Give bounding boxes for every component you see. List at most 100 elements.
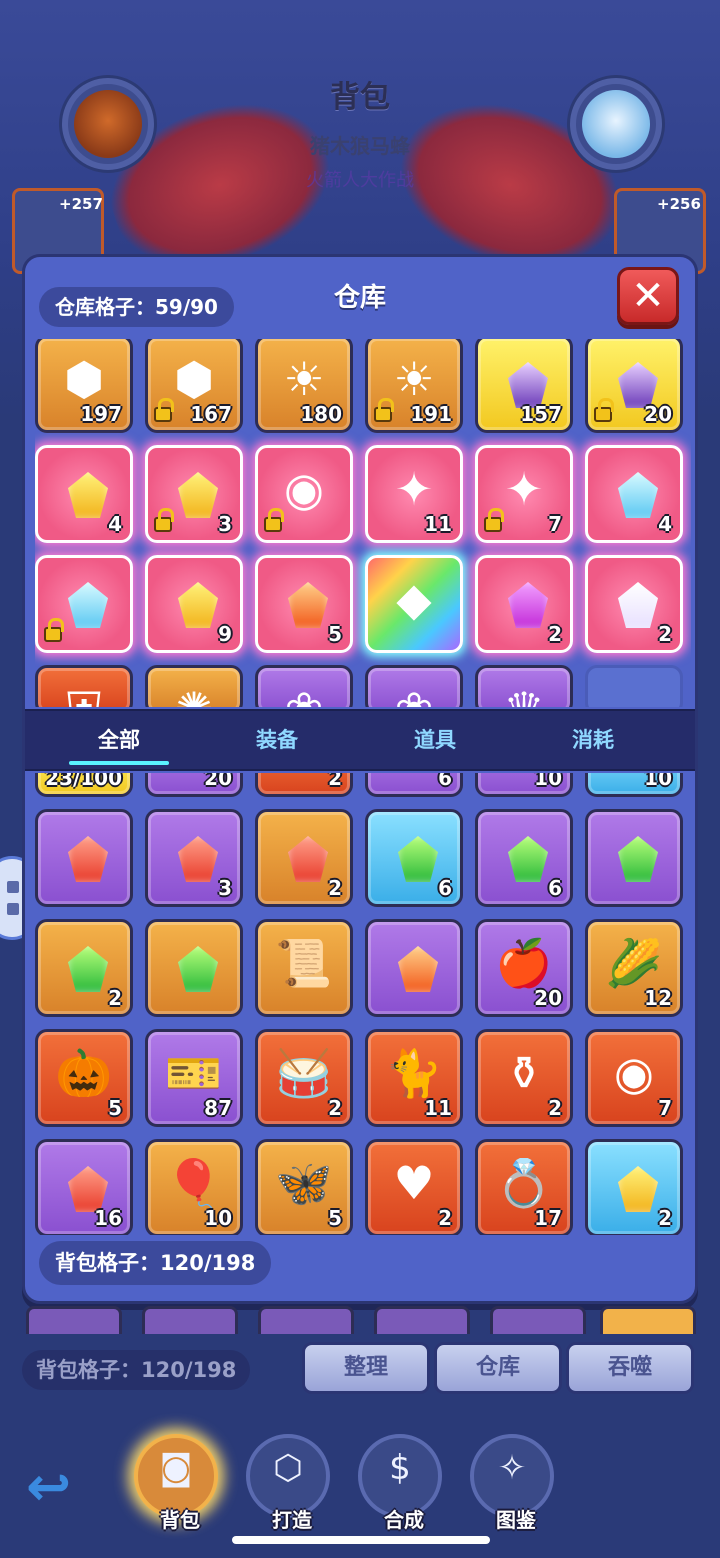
nav-forge[interactable]: ⬡ 打造 bbox=[246, 1434, 330, 1532]
left-avatar[interactable] bbox=[62, 78, 154, 170]
item-slot[interactable]: ☀ 191 bbox=[365, 339, 463, 433]
green-shard-icon bbox=[398, 836, 438, 882]
item-slot[interactable]: 2 bbox=[255, 809, 353, 907]
backpack-grid: 23/100 20 2 6 10 10 3 2 6 6 2 📜 🍎 20 🌽 12 🎃 5 🎫 87 🥁 2 🐈 11 ⚱ 2 ◉ 7… bbox=[35, 773, 691, 1235]
item-slot[interactable]: 3 bbox=[145, 445, 243, 543]
item-slot[interactable]: ◆ bbox=[365, 555, 463, 653]
item-slot[interactable]: ✺ bbox=[145, 665, 243, 707]
item-slot[interactable]: ☀ 180 bbox=[255, 339, 353, 433]
tab-consumables[interactable]: 消耗 bbox=[513, 711, 673, 769]
lock-icon bbox=[594, 398, 614, 422]
item-slot[interactable] bbox=[35, 555, 133, 653]
devour-button[interactable]: 吞噬 bbox=[566, 1342, 694, 1394]
item-slot[interactable]: 5 bbox=[255, 555, 353, 653]
item-slot[interactable]: 4 bbox=[585, 445, 683, 543]
nav-backpack[interactable]: ◙ 背包 bbox=[134, 1434, 218, 1532]
item-slot[interactable] bbox=[365, 919, 463, 1017]
item-slot[interactable]: 🍎 20 bbox=[475, 919, 573, 1017]
backpack-grid-scroll[interactable]: 23/100 20 2 6 10 10 3 2 6 6 2 📜 🍎 20 🌽 12 🎃 5 🎫 87 🥁 2 🐈 11 ⚱ 2 ◉ 7… bbox=[35, 773, 691, 1235]
item-quantity: 5 bbox=[328, 1206, 342, 1230]
item-slot[interactable] bbox=[145, 919, 243, 1017]
nav-synthesis[interactable]: $ 合成 bbox=[358, 1434, 442, 1532]
item-slot[interactable]: 🌽 12 bbox=[585, 919, 683, 1017]
heart-balloon-icon: 🎈 bbox=[165, 1156, 223, 1210]
item-quantity: 20 bbox=[534, 986, 562, 1010]
item-slot[interactable]: ◉ bbox=[255, 445, 353, 543]
yellow-crystal-icon bbox=[618, 1166, 658, 1212]
item-slot[interactable]: 2 bbox=[35, 919, 133, 1017]
item-slot[interactable]: ⬢ 197 bbox=[35, 339, 133, 433]
item-slot[interactable]: 16 bbox=[35, 1139, 133, 1235]
item-slot[interactable]: 🎫 87 bbox=[145, 1029, 243, 1127]
item-slot[interactable]: ⚱ 2 bbox=[475, 1029, 573, 1127]
item-quantity: 2 bbox=[548, 1096, 562, 1120]
nav-codex[interactable]: ✧ 图鉴 bbox=[470, 1434, 554, 1532]
item-slot[interactable]: 🎈 10 bbox=[145, 1139, 243, 1235]
item-slot[interactable]: 20 bbox=[145, 773, 243, 797]
item-slot[interactable]: 10 bbox=[585, 773, 683, 797]
warehouse-button[interactable]: 仓库 bbox=[434, 1342, 562, 1394]
item-slot[interactable]: ✦ 11 bbox=[365, 445, 463, 543]
warehouse-grid-scroll[interactable]: ⬢197⬢167☀180☀1911572043◉✦11✦7495◆22⛨✺❀❀♛ bbox=[35, 339, 691, 707]
item-quantity: 2 bbox=[438, 1206, 452, 1230]
item-slot[interactable] bbox=[585, 809, 683, 907]
warehouse-panel: 仓库 仓库格子：59/90 ✕ ⬢ 197 ⬢ 167 ☀ 180 ☀ 191 157 20 4 3 ◉… bbox=[22, 254, 698, 1304]
yellow-gem-icon bbox=[178, 472, 218, 518]
item-slot[interactable]: 6 bbox=[365, 773, 463, 797]
item-slot[interactable]: 157 bbox=[475, 339, 573, 433]
item-slot[interactable]: 2 bbox=[585, 555, 683, 653]
black-cat-icon: 🐈 bbox=[385, 1046, 443, 1100]
crown-icon: ♛ bbox=[478, 680, 570, 707]
fairy-avatar-icon bbox=[582, 90, 650, 158]
item-slot[interactable]: 🦋 5 bbox=[255, 1139, 353, 1235]
item-slot[interactable]: 10 bbox=[475, 773, 573, 797]
item-quantity: 167 bbox=[190, 402, 232, 426]
item-quantity: 20 bbox=[644, 402, 672, 426]
sort-button[interactable]: 整理 bbox=[302, 1342, 430, 1394]
item-quantity: 191 bbox=[410, 402, 452, 426]
item-slot[interactable]: 2 bbox=[255, 773, 353, 797]
item-slot[interactable]: ❀ bbox=[255, 665, 353, 707]
item-slot[interactable]: ♥ 2 bbox=[365, 1139, 463, 1235]
nav-label: 打造 bbox=[272, 1508, 312, 1532]
lock-icon bbox=[264, 508, 284, 532]
ice-crystal-icon bbox=[68, 582, 108, 628]
item-slot[interactable]: ❀ bbox=[365, 665, 463, 707]
back-arrow-icon[interactable]: ↩ bbox=[26, 1460, 86, 1514]
item-slot[interactable]: ♛ bbox=[475, 665, 573, 707]
item-slot[interactable]: 2 bbox=[475, 555, 573, 653]
item-slot[interactable]: 🥁 2 bbox=[255, 1029, 353, 1127]
item-slot[interactable]: 🐈 11 bbox=[365, 1029, 463, 1127]
item-quantity: 16 bbox=[94, 1206, 122, 1230]
item-slot[interactable]: ⛨ bbox=[35, 665, 133, 707]
item-slot[interactable]: 6 bbox=[475, 809, 573, 907]
item-slot[interactable]: 20 bbox=[585, 339, 683, 433]
item-slot[interactable]: 💍 17 bbox=[475, 1139, 573, 1235]
crystal-heart-icon: ♥ bbox=[393, 1156, 435, 1210]
tab-all[interactable]: 全部 bbox=[39, 711, 199, 769]
item-slot[interactable]: 🎃 5 bbox=[35, 1029, 133, 1127]
item-slot[interactable]: 4 bbox=[35, 445, 133, 543]
ice-crystal-icon bbox=[618, 472, 658, 518]
item-slot[interactable]: 📜 bbox=[255, 919, 353, 1017]
close-button[interactable]: ✕ bbox=[617, 267, 679, 325]
item-slot[interactable]: 9 bbox=[145, 555, 243, 653]
warehouse-capacity: 仓库格子：59/90 bbox=[39, 287, 234, 327]
right-avatar[interactable] bbox=[570, 78, 662, 170]
tab-props[interactable]: 道具 bbox=[355, 711, 515, 769]
item-quantity: 2 bbox=[108, 986, 122, 1010]
item-slot[interactable]: 6 bbox=[365, 809, 463, 907]
item-slot[interactable]: ✦ 7 bbox=[475, 445, 573, 543]
bronze-cauldron-icon: ⚱ bbox=[504, 1046, 544, 1100]
item-slot[interactable]: ◉ 7 bbox=[585, 1029, 683, 1127]
apple-icon: 🍎 bbox=[495, 936, 553, 990]
tab-equipment[interactable]: 装备 bbox=[197, 711, 357, 769]
item-quantity: 17 bbox=[534, 1206, 562, 1230]
item-slot[interactable]: 3 bbox=[145, 809, 243, 907]
bottom-backpack-capacity: 背包格子：120/198 bbox=[22, 1350, 251, 1390]
item-slot[interactable] bbox=[35, 809, 133, 907]
item-slot[interactable]: ⬢ 167 bbox=[145, 339, 243, 433]
item-quantity: 6 bbox=[438, 773, 452, 790]
item-slot[interactable]: 2 bbox=[585, 1139, 683, 1235]
item-slot[interactable]: 23/100 bbox=[35, 773, 133, 797]
